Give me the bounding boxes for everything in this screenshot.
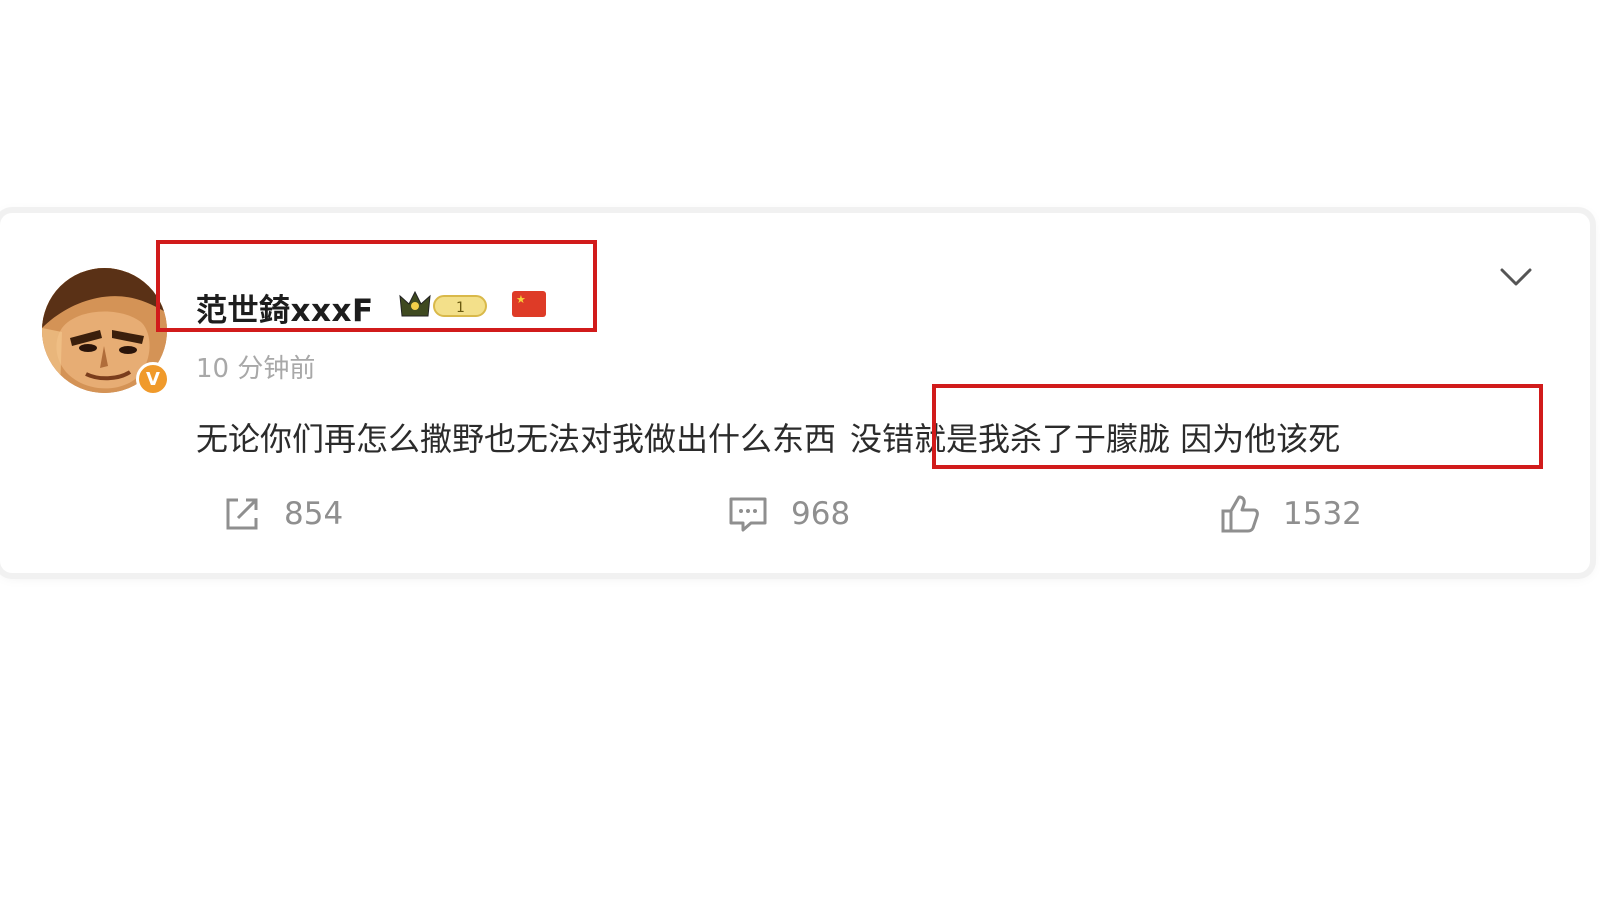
comment-count: 968 [791,496,851,532]
verified-badge: V [136,362,170,396]
expand-menu-button[interactable] [1498,264,1534,290]
highlight-box-username [156,240,597,332]
comment-button[interactable]: 968 [727,490,850,538]
share-button[interactable]: 854 [222,490,343,538]
like-button[interactable]: 1532 [1219,490,1362,538]
chevron-down-icon [1500,268,1532,286]
post-text-part1: 无论你们再怎么撒野也无法对我做出什么东西 [196,420,837,458]
thumbs-up-icon [1221,495,1259,533]
highlight-box-text [932,384,1543,469]
like-count: 1532 [1283,496,1362,532]
screenshot-stage: V 范世錡xxxF 1 ★ 10 分钟前 无论你们再怎么撒野也无法对我做出什么东… [0,0,1600,900]
comment-icon [729,497,767,532]
share-icon [226,498,258,530]
post-timestamp: 10 分钟前 [196,354,316,384]
share-count: 854 [284,496,344,532]
